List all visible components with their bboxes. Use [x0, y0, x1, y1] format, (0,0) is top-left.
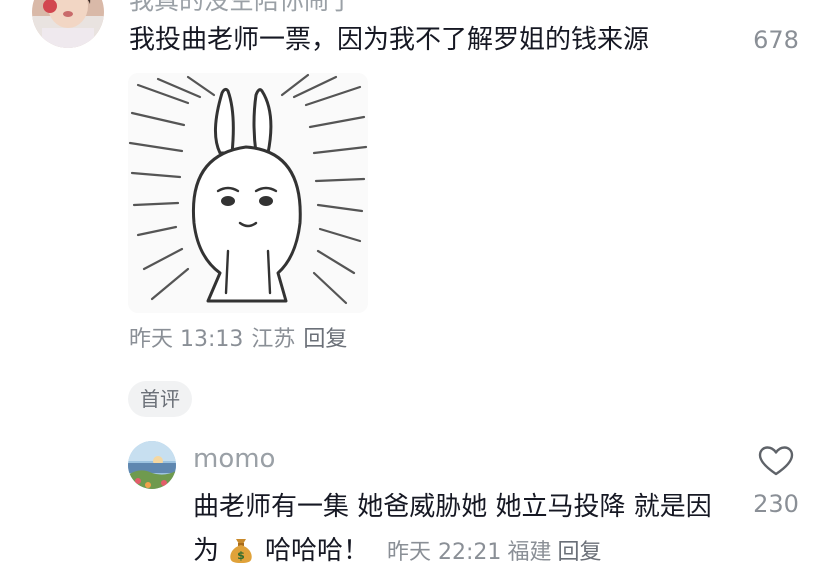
comment-text[interactable]: 我投曲老师一票，因为我不了解罗姐的钱来源 [129, 22, 649, 58]
comment-location: 福建 [507, 540, 552, 565]
comment-time: 昨天 22:21 [387, 540, 502, 565]
like-heart-icon[interactable] [758, 0, 796, 16]
reply-button[interactable]: 回复 [303, 327, 347, 352]
like-heart-icon[interactable] [758, 446, 794, 476]
avatar[interactable] [32, 0, 104, 48]
comment-meta: 昨天 13:13 江苏 回复 [129, 325, 355, 355]
comment-text[interactable]: 曲老师有一集 她爸威胁她 她立马投降 就是因为 $ 哈哈哈！ 昨天 22:21 福建… [193, 485, 733, 575]
comment-location: 江苏 [251, 327, 296, 352]
money-bag-icon: $ [227, 534, 255, 563]
avatar[interactable] [128, 441, 176, 489]
comment-meta: 昨天 22:21 福建 回复 [387, 540, 607, 565]
svg-text:$: $ [237, 549, 245, 562]
comment-sticker-image[interactable] [128, 73, 368, 313]
comment-author[interactable]: momo [193, 444, 275, 474]
first-comment-tag: 首评 [128, 381, 192, 417]
comment-author[interactable]: 我真的没空陪你闹了 [129, 0, 354, 16]
like-count: 678 [753, 26, 799, 54]
comment-time: 昨天 13:13 [129, 327, 244, 352]
comment-text-after: 哈哈哈！ [265, 536, 370, 566]
reply-button[interactable]: 回复 [557, 540, 601, 565]
like-count: 230 [753, 490, 799, 518]
